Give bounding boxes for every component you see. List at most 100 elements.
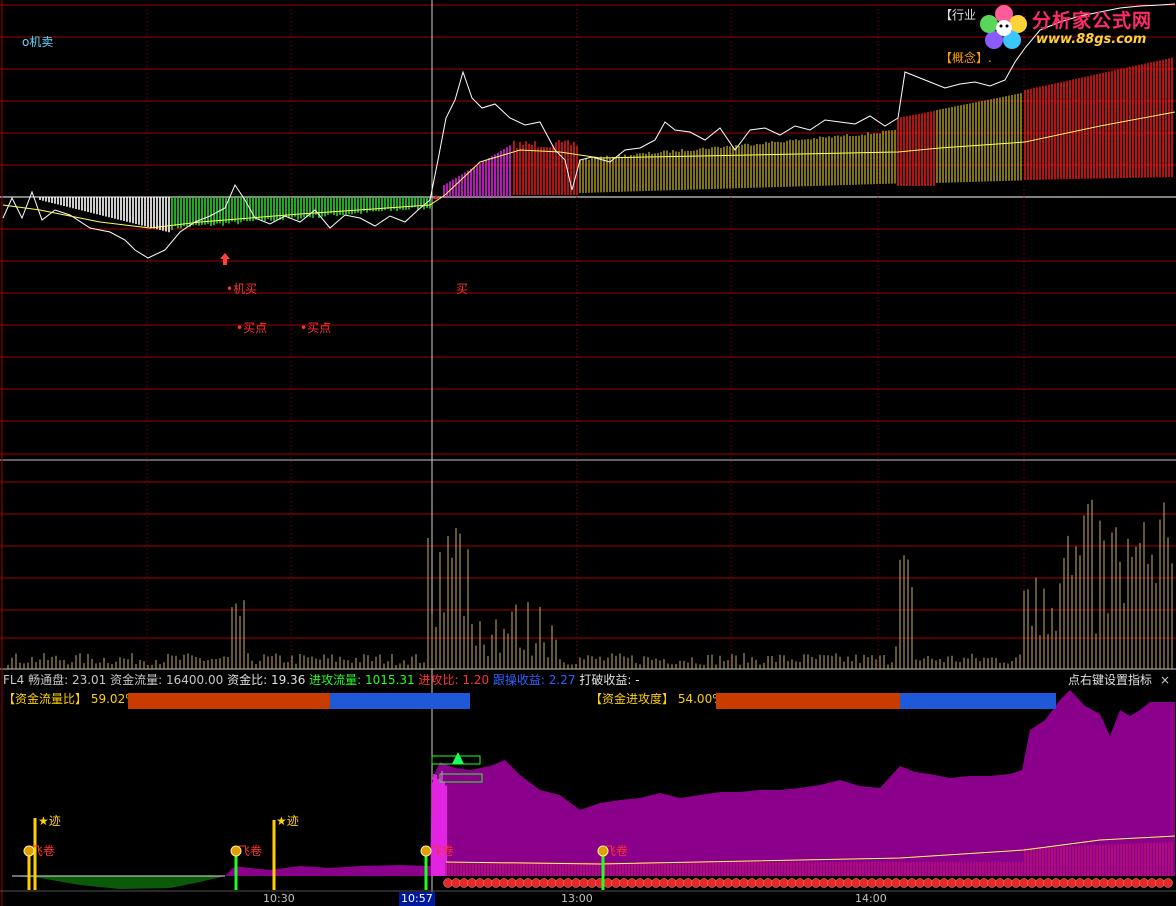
bead xyxy=(1003,878,1013,888)
bead xyxy=(635,878,645,888)
flow-ratio-gauge-rest xyxy=(330,693,470,709)
bead xyxy=(651,878,661,888)
break-profit-value: - xyxy=(635,673,640,687)
trace-signal: ★迹 xyxy=(38,814,61,828)
bead xyxy=(1043,878,1053,888)
bead xyxy=(779,878,789,888)
bead xyxy=(699,878,709,888)
bead xyxy=(747,878,757,888)
capital-flow-area xyxy=(12,690,1176,889)
bead xyxy=(467,878,477,888)
bead xyxy=(795,878,805,888)
bead xyxy=(659,878,669,888)
fly-signal: 飞卷 xyxy=(604,844,629,858)
bead xyxy=(1115,878,1125,888)
bead xyxy=(563,878,573,888)
intraday-chart[interactable] xyxy=(0,0,1176,906)
settings-hint[interactable]: 点右键设置指标 xyxy=(1068,673,1152,687)
attack-ratio-label: 进攻比: xyxy=(418,673,459,687)
bead xyxy=(459,878,469,888)
cursor-time-tick: 10:57 xyxy=(399,892,435,906)
bead xyxy=(931,878,941,888)
triangle-icon xyxy=(452,752,464,764)
bead xyxy=(1123,878,1133,888)
flow-label: 资金流量: xyxy=(110,673,163,687)
indicator-name[interactable]: FL4 xyxy=(3,673,24,687)
bead xyxy=(475,878,485,888)
bead xyxy=(1059,878,1069,888)
bead xyxy=(859,878,869,888)
bead xyxy=(739,878,749,888)
bead xyxy=(899,878,909,888)
bead xyxy=(643,878,653,888)
bead xyxy=(755,878,765,888)
bead xyxy=(707,878,717,888)
time-tick: 10:30 xyxy=(263,892,295,905)
industry-label[interactable]: 【行业 xyxy=(940,8,976,22)
bead xyxy=(875,878,885,888)
bead xyxy=(619,878,629,888)
bead xyxy=(571,878,581,888)
attack-gauge-rest xyxy=(900,693,1056,709)
bead xyxy=(811,878,821,888)
bead xyxy=(787,878,797,888)
attack-value: 54.00 xyxy=(677,692,713,706)
bead xyxy=(611,878,621,888)
bead xyxy=(971,878,981,888)
machine-sell-label: o机卖 xyxy=(22,35,54,49)
bead xyxy=(803,878,813,888)
flower-icon xyxy=(980,5,1027,49)
bead xyxy=(1099,878,1109,888)
machine-buy-label: •机买 xyxy=(226,282,258,296)
bead xyxy=(995,878,1005,888)
bead xyxy=(1091,878,1101,888)
flow-ratio-gauge-label: 【资金流量比】 59.02% xyxy=(3,692,137,706)
bead xyxy=(979,878,989,888)
bead xyxy=(1131,878,1141,888)
ratio-label: 资金比: xyxy=(227,673,268,687)
bead xyxy=(531,878,541,888)
fly-signal: 飞卷 xyxy=(430,844,455,858)
buy-point-label: •买点 xyxy=(236,321,268,335)
time-tick: 13:00 xyxy=(561,892,593,905)
bead xyxy=(691,878,701,888)
bead xyxy=(1147,878,1157,888)
flow-ratio-title: 【资金流量比】 xyxy=(3,692,88,706)
bead xyxy=(827,878,837,888)
bead xyxy=(579,878,589,888)
bead xyxy=(1139,878,1149,888)
bead xyxy=(883,878,893,888)
bead xyxy=(955,878,965,888)
bead xyxy=(1019,878,1029,888)
up-arrow-icon xyxy=(220,253,230,265)
flow-value: 16400.00 xyxy=(166,673,224,687)
attack-flow-label: 进攻流量: xyxy=(309,673,362,687)
bead xyxy=(627,878,637,888)
bead xyxy=(843,878,853,888)
bead xyxy=(451,878,461,888)
bead xyxy=(835,878,845,888)
bead xyxy=(1107,878,1117,888)
bead xyxy=(923,878,933,888)
buy-label: 买 xyxy=(456,282,469,296)
flow-ratio-value: 59.02 xyxy=(90,692,126,706)
bead xyxy=(947,878,957,888)
bead xyxy=(819,878,829,888)
close-icon[interactable]: × xyxy=(1160,673,1170,687)
bead xyxy=(603,878,613,888)
bead xyxy=(1067,878,1077,888)
attack-title: 【资金进攻度】 xyxy=(590,692,675,706)
bead xyxy=(523,878,533,888)
bead xyxy=(915,878,925,888)
flow-ratio-gauge-fill xyxy=(128,693,330,709)
bead xyxy=(491,878,501,888)
bead xyxy=(963,878,973,888)
concept-label[interactable]: 【概念】. xyxy=(940,51,992,65)
follow-profit-label: 跟操收益: xyxy=(492,673,545,687)
logo-title: 分析家公式网 xyxy=(1032,10,1153,32)
negative-flow-area xyxy=(12,876,225,889)
bead xyxy=(867,878,877,888)
bead xyxy=(731,878,741,888)
bead xyxy=(763,878,773,888)
bead xyxy=(1027,878,1037,888)
